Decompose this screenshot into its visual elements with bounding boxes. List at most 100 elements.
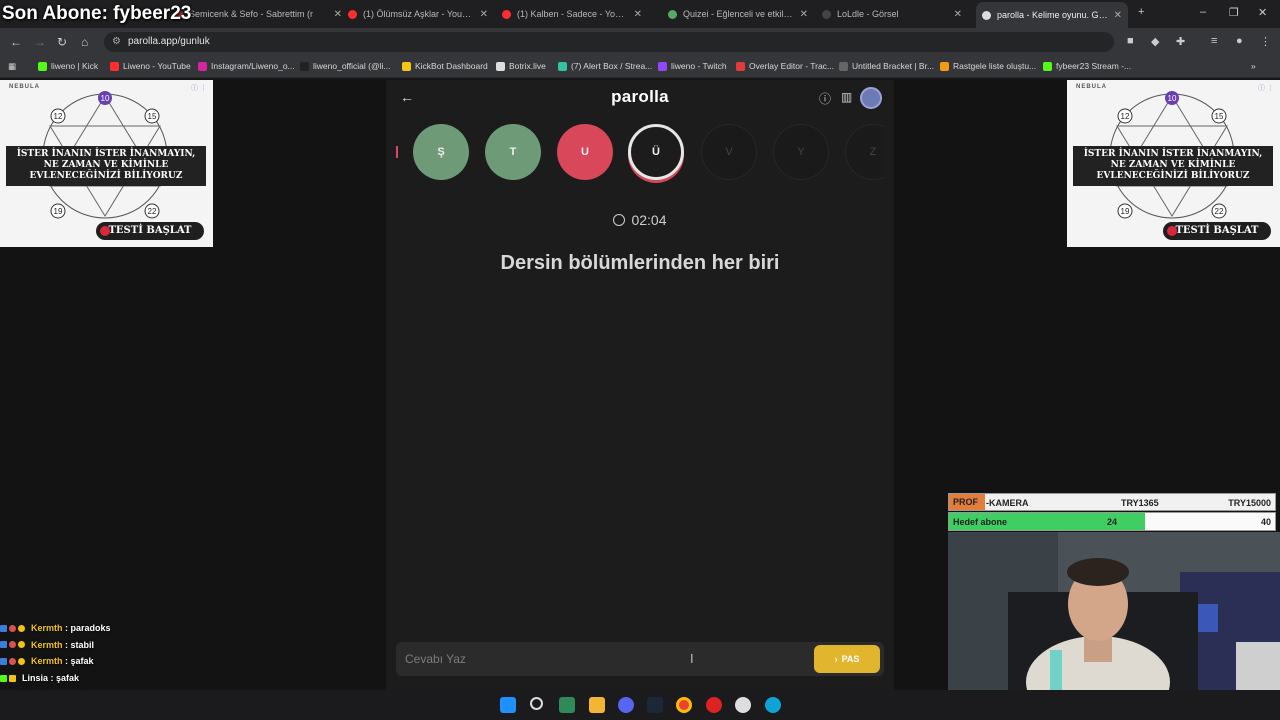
start-menu-icon[interactable] bbox=[500, 697, 516, 713]
bookmark-label: (7) Alert Box / Strea... bbox=[571, 61, 653, 71]
tab-close-icon[interactable]: ✕ bbox=[954, 9, 962, 20]
bookmarks-bar: ▦ liweno | Kick Liweno - YouTube Instagram… bbox=[0, 56, 1280, 78]
bookmark-favicon-icon bbox=[558, 61, 567, 71]
letter-bubble-pending: Z bbox=[845, 124, 884, 180]
app-icon[interactable] bbox=[559, 697, 575, 713]
os-taskbar bbox=[0, 690, 1280, 720]
bookmark-item[interactable]: liweno | Kick bbox=[38, 61, 98, 71]
steam-icon[interactable] bbox=[647, 697, 663, 713]
chevron-right-icon: › bbox=[834, 654, 838, 664]
ad-number: 22 bbox=[148, 207, 157, 216]
browser-tab[interactable]: parolla - Kelime oyunu. Gün ✕ bbox=[976, 2, 1128, 28]
ad-headline: İSTER İNANIN İSTER İNANMAYIN, NE ZAMAN V… bbox=[1073, 146, 1273, 186]
discord-icon[interactable] bbox=[618, 697, 634, 713]
bookmark-item[interactable]: Instagram/Liweno_o... bbox=[198, 61, 295, 71]
previous-letter-edge bbox=[396, 146, 398, 158]
chat-message: Linsia : şafak bbox=[0, 670, 300, 687]
ad-number: 12 bbox=[1121, 112, 1130, 121]
file-explorer-icon[interactable] bbox=[589, 697, 605, 713]
tab-favicon-icon bbox=[668, 9, 677, 19]
ad-number: 12 bbox=[54, 112, 63, 121]
new-tab-button[interactable]: + bbox=[1138, 6, 1144, 18]
advertisement-right[interactable]: NEBULA ⓘ ⋮ 10 12 15 19 22 İSTER İNANIN İ… bbox=[1067, 80, 1280, 247]
bookmarks-overflow-icon[interactable]: » bbox=[1251, 61, 1256, 71]
chat-separator: : bbox=[62, 623, 71, 634]
subscriber-goal-bar: Hedef abone 24 40 bbox=[948, 512, 1276, 531]
letter-bubble-correct: T bbox=[485, 124, 541, 180]
minimize-icon[interactable]: – bbox=[1200, 6, 1206, 18]
ad-cta-button[interactable]: TESTİ BAŞLAT bbox=[96, 222, 204, 240]
back-icon[interactable]: ← bbox=[10, 35, 22, 49]
edge-icon[interactable] bbox=[765, 697, 781, 713]
ad-info-icon[interactable]: ⓘ ⋮ bbox=[1258, 83, 1274, 93]
pass-button[interactable]: › PAS bbox=[814, 645, 880, 673]
ad-number: 10 bbox=[101, 94, 110, 103]
tab-close-icon[interactable]: ✕ bbox=[334, 9, 342, 20]
bookmark-item[interactable]: KickBot Dashboard bbox=[402, 61, 488, 71]
ad-info-icon[interactable]: ⓘ ⋮ bbox=[191, 83, 207, 93]
ad-cta-button[interactable]: TESTİ BAŞLAT bbox=[1163, 222, 1271, 240]
tab-close-icon[interactable]: ✕ bbox=[1114, 10, 1122, 21]
bookmark-item[interactable]: liweno - Twitch bbox=[658, 61, 727, 71]
goal-target-amount: TRY15000 bbox=[1228, 498, 1271, 508]
close-window-icon[interactable]: ✕ bbox=[1258, 6, 1267, 19]
bookmark-item[interactable]: (7) Alert Box / Strea... bbox=[558, 61, 652, 71]
browser-tab[interactable]: Semicenk & Sefo - Sabrettim (r ✕ bbox=[168, 4, 348, 24]
subscriber-goal-target: 40 bbox=[1260, 517, 1271, 527]
more-icon[interactable]: ⋮ bbox=[1260, 35, 1271, 48]
ad-number: 22 bbox=[1215, 207, 1224, 216]
bookmark-item[interactable]: liweno_official (@li... bbox=[300, 61, 390, 71]
extension-icon[interactable]: ◆ bbox=[1151, 35, 1159, 48]
stats-icon[interactable]: ▥ bbox=[841, 90, 852, 104]
platform-badge-icon bbox=[0, 674, 7, 682]
bookmark-label: fybeer23 Stream -... bbox=[1056, 61, 1132, 71]
reload-icon[interactable]: ↻ bbox=[57, 35, 67, 49]
bookmark-label: KickBot Dashboard bbox=[415, 61, 488, 71]
browser-tab[interactable]: (1) Kalben - Sadece - YouTube ✕ bbox=[496, 4, 648, 24]
browser-tab[interactable]: (1) Ölümsüz Aşklar - YouTube ✕ bbox=[342, 4, 494, 24]
maximize-icon[interactable]: ❐ bbox=[1229, 6, 1239, 19]
user-badge-icon bbox=[18, 624, 25, 632]
bookmark-item[interactable]: Overlay Editor - Trac... bbox=[736, 61, 834, 71]
chat-message: Kermth : stabil bbox=[0, 637, 300, 654]
user-badge-icon bbox=[9, 674, 16, 682]
chat-username: Kermth bbox=[31, 623, 63, 634]
bookmark-item[interactable]: Botrix.live bbox=[496, 61, 546, 71]
tab-close-icon[interactable]: ✕ bbox=[800, 9, 808, 20]
puzzle-icon[interactable]: ✚ bbox=[1176, 35, 1185, 48]
tab-close-icon[interactable]: ✕ bbox=[634, 9, 642, 20]
bookmark-item[interactable]: Liweno - YouTube bbox=[110, 61, 191, 71]
chrome-icon[interactable] bbox=[676, 697, 692, 713]
donation-goal-bar: PROF -KAMERA TRY1365 TRY15000 bbox=[948, 493, 1276, 511]
bookmark-favicon-icon bbox=[38, 61, 47, 71]
bookmark-item[interactable]: Rastgele liste oluştu... bbox=[940, 61, 1036, 71]
forward-icon[interactable]: → bbox=[34, 35, 46, 49]
advertisement-left[interactable]: NEBULA ⓘ ⋮ 10 12 15 19 22 İSTER İNANIN İ… bbox=[0, 80, 213, 247]
answer-bar: I ›PAS bbox=[396, 642, 884, 676]
tab-title: (1) Ölümsüz Aşklar - YouTube bbox=[363, 9, 474, 19]
search-icon[interactable] bbox=[530, 697, 543, 710]
ad-number: 19 bbox=[54, 207, 63, 216]
address-bar[interactable]: ⚙ parolla.app/gunluk bbox=[104, 32, 1114, 52]
answer-input[interactable] bbox=[396, 642, 796, 676]
bookmark-item[interactable]: Untitled Bracket | Br... bbox=[839, 61, 934, 71]
menu-list-icon[interactable]: ≡ bbox=[1211, 35, 1217, 47]
bookmark-item[interactable]: fybeer23 Stream -... bbox=[1043, 61, 1131, 71]
home-icon[interactable]: ⌂ bbox=[81, 35, 88, 49]
question-text: Dersin bölümlerinden her biri bbox=[500, 252, 780, 274]
browser-tab[interactable]: Quizei - Eğlenceli ve etkileşimli ✕ bbox=[662, 4, 814, 24]
site-info-icon[interactable]: ⚙ bbox=[112, 36, 121, 47]
extension-icon[interactable]: ■ bbox=[1127, 35, 1134, 47]
avatar[interactable] bbox=[860, 87, 882, 109]
app-icon[interactable] bbox=[735, 697, 751, 713]
profile-icon[interactable]: ● bbox=[1236, 35, 1243, 47]
browser-tab[interactable]: LoLdle - Görsel ✕ bbox=[816, 4, 968, 24]
ad-number: 15 bbox=[148, 112, 157, 121]
apps-grid-icon[interactable]: ▦ bbox=[8, 61, 16, 72]
info-icon[interactable]: ⓘ bbox=[819, 90, 831, 107]
opera-icon[interactable] bbox=[706, 697, 722, 713]
chat-separator: : bbox=[62, 656, 71, 667]
user-badge-icon bbox=[9, 657, 16, 665]
bookmark-favicon-icon bbox=[736, 61, 745, 71]
tab-close-icon[interactable]: ✕ bbox=[480, 9, 488, 20]
